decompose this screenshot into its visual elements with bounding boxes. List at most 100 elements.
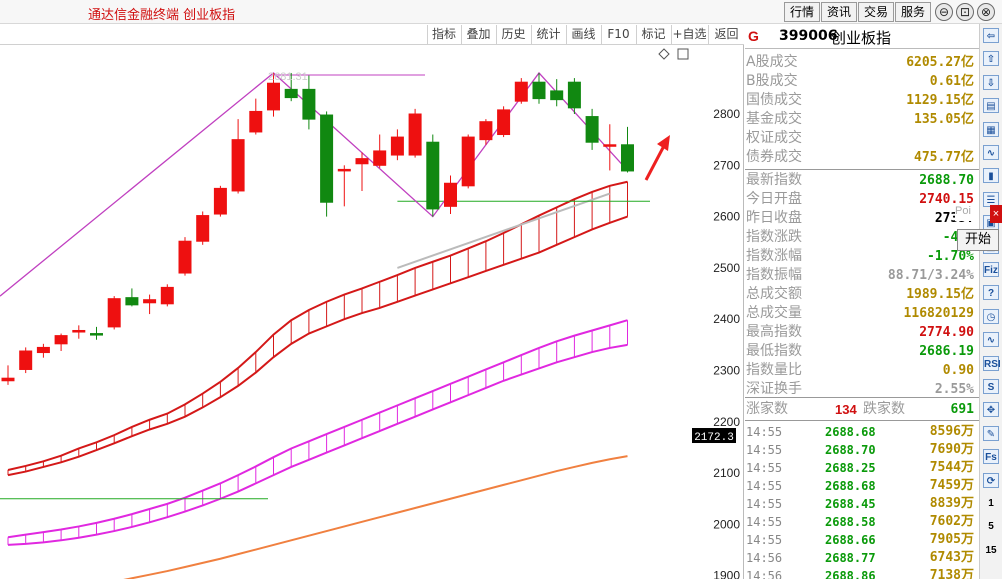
- candle-body: [72, 329, 86, 333]
- chart-icon[interactable]: ▤: [983, 98, 999, 114]
- start-tooltip[interactable]: 开始: [957, 229, 999, 251]
- refresh-icon[interactable]: ⟳: [983, 472, 999, 488]
- book-icon[interactable]: ▦: [983, 121, 999, 137]
- quote-row: 指数涨幅 -1.70%: [745, 247, 979, 266]
- price-axis-label: 2400: [713, 312, 740, 326]
- rsi-icon[interactable]: RSI: [983, 355, 1001, 371]
- kline-chart-area[interactable]: 指标 叠加 历史 统计 画线 F10 标记 +自选 返回 2800 2700 260…: [0, 24, 744, 579]
- arrow-left-icon[interactable]: ⇦: [983, 28, 999, 43]
- tick-volume: 7138万: [929, 568, 974, 579]
- candle-body: [497, 109, 511, 136]
- title-bar: 通达信金融终端 创业板指 行情 资讯 交易 服务 ⊖ ⊡ ⊗: [0, 0, 1002, 24]
- stat-row: 债券成交 475.77亿: [745, 148, 979, 167]
- stat-row: B股成交 0.61亿: [745, 72, 979, 91]
- pen-icon[interactable]: ✎: [983, 425, 999, 441]
- stats-separator: [745, 169, 979, 170]
- tick-row[interactable]: 14:55 2688.25 7544万: [745, 459, 979, 477]
- kline-chart[interactable]: 2800 2700 2600 2500 2400 2300 2200 2100 2000 1900…: [0, 45, 744, 579]
- price-axis-label: 2200: [713, 415, 740, 429]
- stat-value: 475.77亿: [914, 150, 974, 165]
- toolbar-indicator-button[interactable]: 指标: [427, 25, 460, 44]
- up-count: 134: [835, 402, 857, 417]
- move-icon[interactable]: ✥: [983, 402, 999, 418]
- quote-label: 最高指数: [746, 324, 802, 340]
- ticks-separator: [745, 420, 979, 421]
- toolbar-back-button[interactable]: 返回: [708, 25, 744, 44]
- quote-label: 指数振幅: [746, 267, 802, 283]
- stat-label: 权证成交: [746, 130, 802, 146]
- tick-row[interactable]: 14:56 2688.77 6743万: [745, 549, 979, 567]
- candle-icon[interactable]: ▮: [983, 168, 999, 184]
- price-axis-label: 2100: [713, 466, 740, 480]
- stat-label: A股成交: [746, 54, 798, 70]
- toolbar-history-button[interactable]: 历史: [496, 25, 530, 44]
- tick-row[interactable]: 14:55 2688.68 7459万: [745, 477, 979, 495]
- candle-body: [373, 150, 387, 166]
- candle-body: [267, 82, 280, 111]
- quote-row: 最低指数 2686.19: [745, 342, 979, 361]
- line-chart-icon[interactable]: ∿: [983, 145, 999, 160]
- close-icon[interactable]: ⊗: [977, 3, 995, 21]
- tick-row[interactable]: 14:55 2688.58 7602万: [745, 513, 979, 531]
- minimize-icon[interactable]: ⊖: [935, 3, 953, 21]
- menu-service-button[interactable]: 服务: [895, 2, 931, 22]
- price-axis-label: 2600: [713, 210, 740, 224]
- price-axis-label: 1900: [713, 569, 740, 579]
- quote-value: 2688.70: [919, 173, 974, 188]
- toolbar-stats-button[interactable]: 统计: [531, 25, 565, 44]
- toolbar-draw-button[interactable]: 画线: [566, 25, 600, 44]
- fs-icon[interactable]: Fs: [983, 449, 999, 465]
- tick-price: 2688.58: [825, 515, 876, 529]
- tick-row[interactable]: 14:56 2688.86 7138万: [745, 567, 979, 579]
- quote-label: 指数涨跌: [746, 229, 802, 245]
- ma-magenta-lower: [7, 343, 628, 546]
- toolbar-mark-button[interactable]: 标记: [636, 25, 670, 44]
- candle-body: [36, 346, 50, 354]
- period-1-icon[interactable]: 1: [983, 496, 999, 511]
- toolbar-add-watch-button[interactable]: +自选: [671, 25, 707, 44]
- arrow-down-icon[interactable]: ⇩: [983, 74, 999, 90]
- popup-fragment: Poi: [955, 205, 979, 221]
- quote-value: 2774.90: [919, 325, 974, 340]
- toolbar-f10-button[interactable]: F10: [601, 25, 635, 44]
- price-axis-label: 2800: [713, 107, 740, 121]
- quote-value: 0.90: [942, 363, 974, 378]
- stat-value: 6205.27亿: [906, 55, 974, 70]
- menu-quotes-button[interactable]: 行情: [784, 2, 820, 22]
- quote-label: 指数量比: [746, 362, 802, 378]
- restore-icon[interactable]: ⊡: [956, 3, 974, 21]
- index-code: 399006: [779, 28, 838, 44]
- toolbar-overlay-button[interactable]: 叠加: [461, 25, 495, 44]
- period-15-icon[interactable]: 15: [983, 543, 999, 558]
- tick-row[interactable]: 14:55 2688.70 7690万: [745, 441, 979, 459]
- tick-row[interactable]: 14:55 2688.45 8839万: [745, 495, 979, 513]
- candle-body: [514, 81, 528, 102]
- tick-row[interactable]: 14:55 2688.68 8596万: [745, 423, 979, 441]
- quote-value: 88.71/3.24%: [887, 268, 974, 283]
- collapse-tab[interactable]: ×: [990, 205, 1002, 223]
- tick-row[interactable]: 14:55 2688.66 7905万: [745, 531, 979, 549]
- arrow-up-icon[interactable]: ⇧: [983, 51, 999, 67]
- tick-time: 14:56: [746, 551, 783, 565]
- current-price-marker: 2172.3: [694, 432, 734, 444]
- tick-time: 14:55: [746, 497, 783, 511]
- clock-icon[interactable]: ◷: [983, 308, 999, 324]
- candle-body: [160, 286, 174, 305]
- quote-row: 总成交额 1989.15亿: [745, 285, 979, 304]
- tick-price: 2688.86: [825, 569, 876, 579]
- app-title: 通达信金融终端 创业板指: [88, 8, 236, 23]
- period-5-icon[interactable]: 5: [983, 519, 999, 534]
- ma-red-lower: [7, 215, 628, 477]
- price-axis-label: 2500: [713, 261, 740, 275]
- stat-label: 基金成交: [746, 111, 802, 127]
- stat-value: 135.05亿: [914, 112, 974, 127]
- question-icon[interactable]: ?: [983, 285, 999, 301]
- candle-body: [390, 136, 404, 156]
- menu-news-button[interactable]: 资讯: [821, 2, 857, 22]
- menu-trade-button[interactable]: 交易: [858, 2, 894, 22]
- stat-row: 基金成交 135.05亿: [745, 110, 979, 129]
- wave-icon[interactable]: ∿: [983, 332, 999, 348]
- candle-body: [426, 141, 440, 210]
- s-icon[interactable]: S: [983, 379, 999, 394]
- fiz-icon[interactable]: Fiz: [983, 262, 999, 277]
